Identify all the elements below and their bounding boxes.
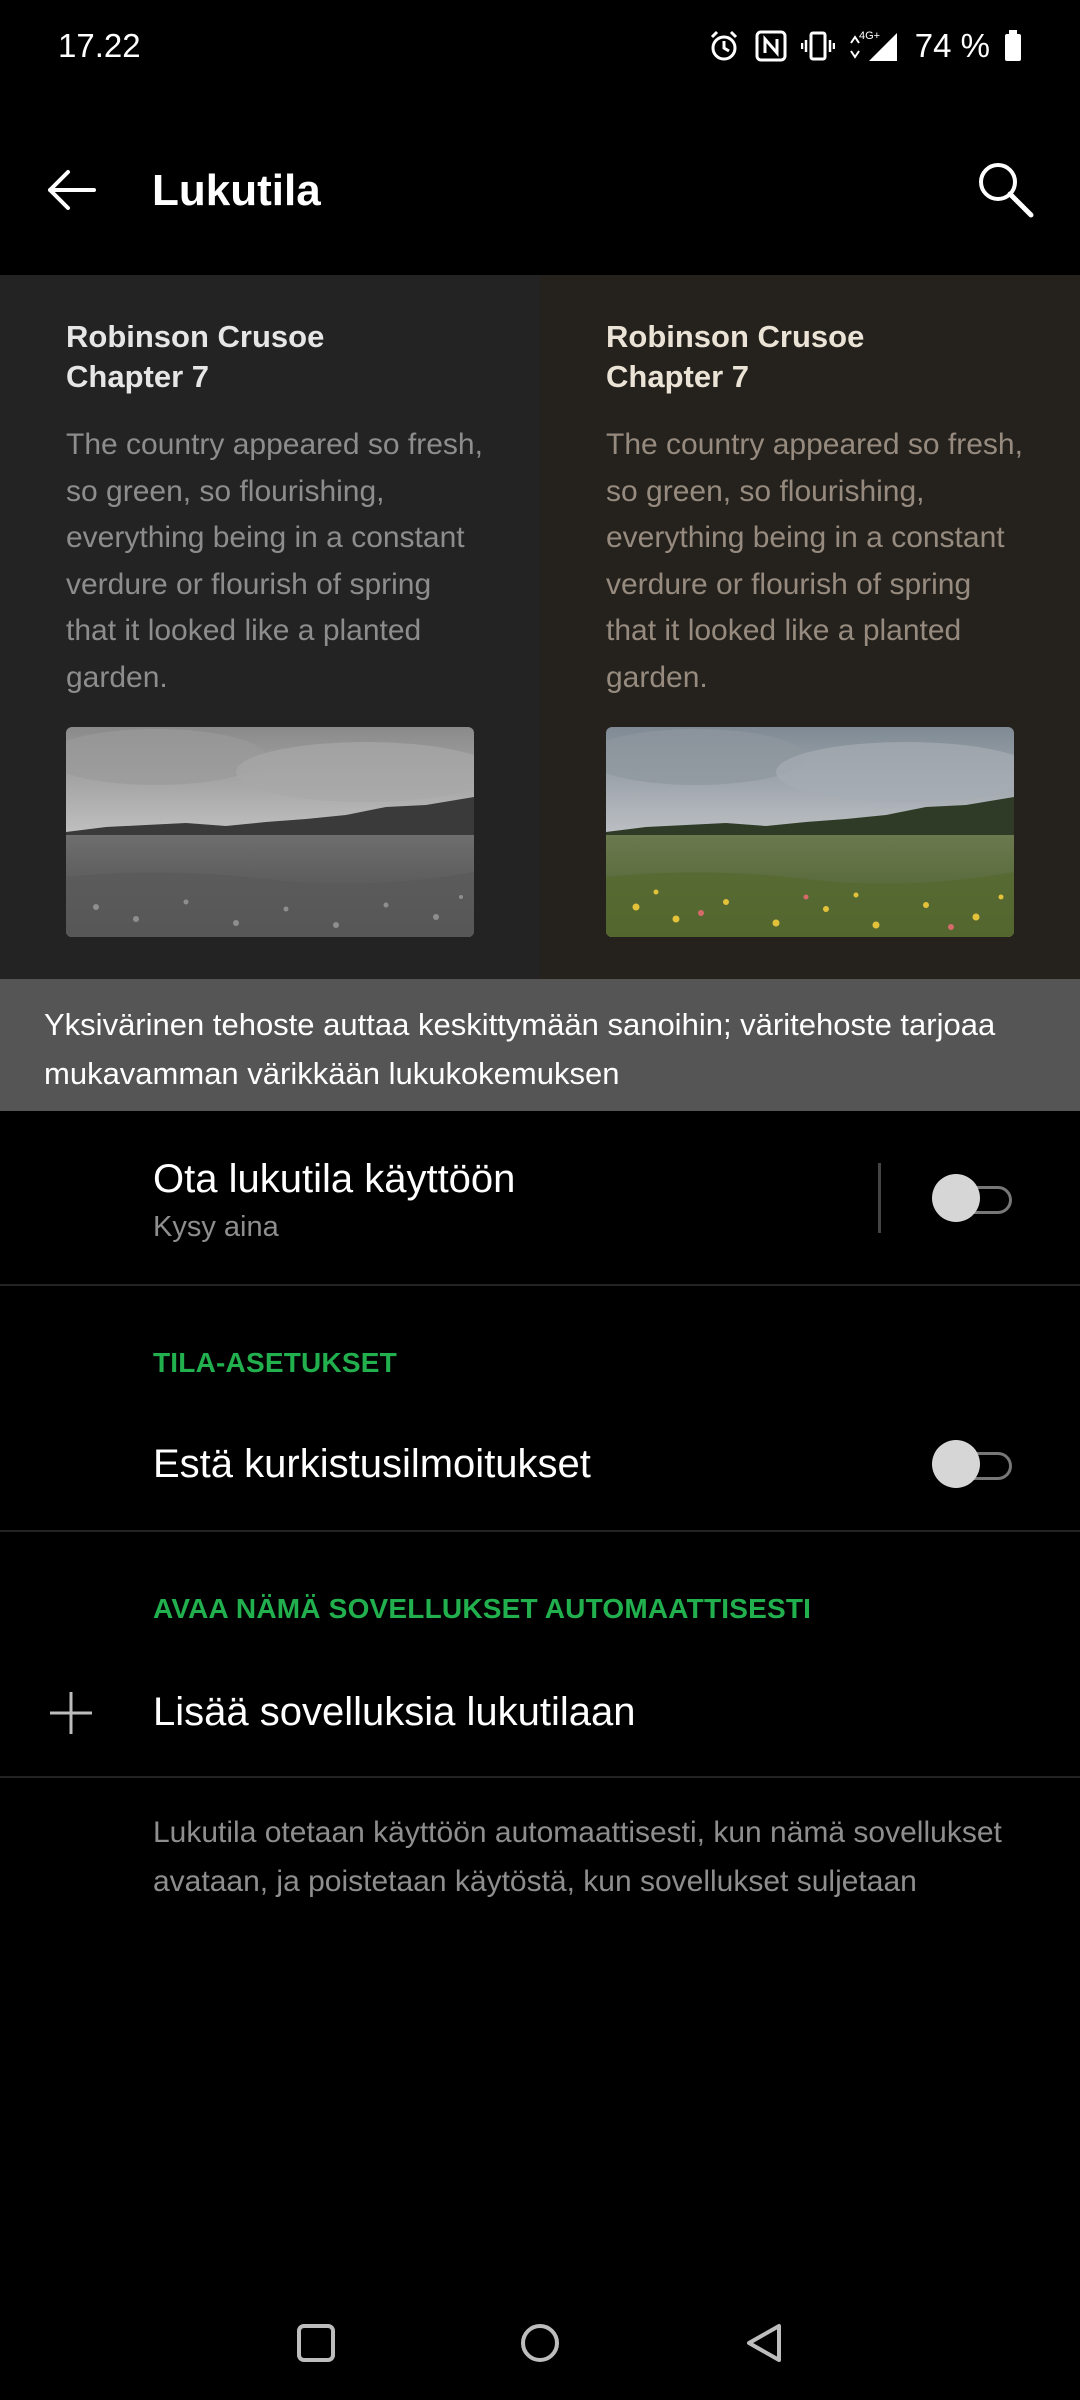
vibrate-icon bbox=[800, 30, 835, 62]
status-bar: 17.22 4G+ 74 % bbox=[0, 0, 1080, 92]
home-icon[interactable] bbox=[517, 2320, 563, 2366]
add-apps-label: Lisää sovelluksia lukutilaan bbox=[153, 1690, 636, 1734]
toggle-knob bbox=[932, 1440, 980, 1488]
reading-mode-preview: Robinson Crusoe Chapter 7 The country ap… bbox=[0, 275, 1080, 979]
navigation-bar bbox=[0, 2300, 1080, 2400]
toggle-knob bbox=[932, 1174, 980, 1222]
alarm-icon bbox=[707, 29, 741, 63]
signal-icon: 4G+ bbox=[849, 29, 901, 63]
back-arrow-icon[interactable] bbox=[44, 160, 104, 220]
mono-preview-title: Robinson Crusoe bbox=[66, 319, 325, 354]
battery-text: 74 % bbox=[914, 27, 990, 64]
page-title: Lukutila bbox=[152, 166, 321, 215]
color-preview-chapter: Chapter 7 bbox=[606, 359, 749, 394]
mono-landscape-image bbox=[66, 727, 474, 937]
block-peek-label: Estä kurkistusilmoitukset bbox=[153, 1442, 591, 1486]
enable-reading-mode-subtitle: Kysy aina bbox=[153, 1211, 279, 1243]
mono-preview-heading: Robinson Crusoe Chapter 7 bbox=[66, 317, 486, 397]
block-peek-toggle[interactable] bbox=[932, 1440, 1014, 1488]
nfc-icon bbox=[755, 30, 787, 62]
recents-icon[interactable] bbox=[293, 2320, 339, 2366]
back-icon[interactable] bbox=[741, 2320, 787, 2366]
color-preview-text: The country appeared so fresh, so green,… bbox=[606, 428, 1023, 694]
add-apps-row[interactable]: Lisää sovelluksia lukutilaan bbox=[0, 1650, 1080, 1776]
divider bbox=[0, 1776, 1080, 1778]
status-time: 17.22 bbox=[58, 27, 141, 64]
row-separator bbox=[878, 1163, 881, 1233]
auto-open-footnote: Lukutila otetaan käyttöön automaattisest… bbox=[153, 1816, 1002, 1898]
divider bbox=[0, 1284, 1080, 1286]
battery-icon bbox=[1004, 30, 1022, 62]
color-preview-title: Robinson Crusoe bbox=[606, 319, 865, 354]
mono-preview-chapter: Chapter 7 bbox=[66, 359, 209, 394]
color-preview-heading: Robinson Crusoe Chapter 7 bbox=[606, 317, 1026, 397]
search-icon[interactable] bbox=[974, 158, 1038, 222]
enable-reading-mode-row[interactable]: Ota lukutila käyttöön Kysy aina bbox=[0, 1111, 1080, 1284]
section-mode-settings: TILA-ASETUKSET bbox=[153, 1347, 397, 1378]
app-bar: Lukutila bbox=[0, 130, 1080, 256]
color-landscape-image bbox=[606, 727, 1014, 937]
color-preview-panel: Robinson Crusoe Chapter 7 The country ap… bbox=[540, 275, 1080, 979]
status-icons: 4G+ 74 % bbox=[707, 27, 1022, 65]
mono-preview-text: The country appeared so fresh, so green,… bbox=[66, 428, 483, 694]
effect-tip: Yksivärinen tehoste auttaa keskittymään … bbox=[0, 979, 1080, 1111]
mono-preview-panel: Robinson Crusoe Chapter 7 The country ap… bbox=[0, 275, 540, 979]
enable-reading-mode-label: Ota lukutila käyttöön bbox=[153, 1157, 516, 1201]
enable-reading-mode-toggle[interactable] bbox=[932, 1174, 1014, 1222]
section-auto-open-apps: AVAA NÄMÄ SOVELLUKSET AUTOMAATTISESTI bbox=[153, 1593, 812, 1624]
network-type: 4G+ bbox=[859, 30, 880, 42]
block-peek-row[interactable]: Estä kurkistusilmoitukset bbox=[0, 1400, 1080, 1530]
divider bbox=[0, 1530, 1080, 1532]
plus-icon bbox=[48, 1690, 94, 1736]
